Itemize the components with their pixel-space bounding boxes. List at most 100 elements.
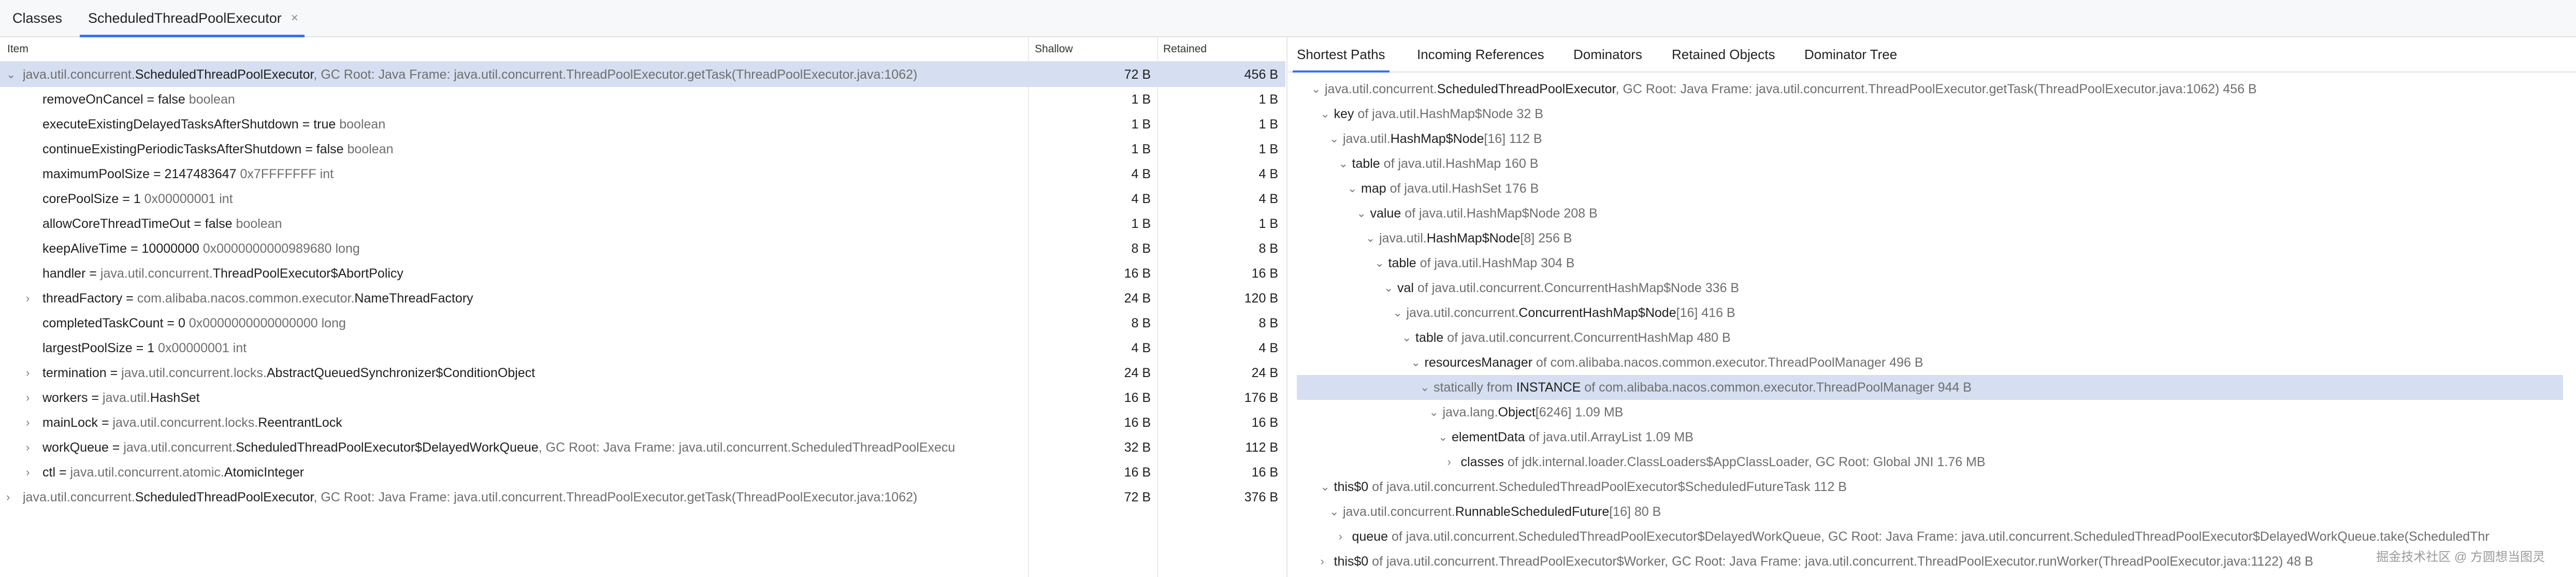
- path-name: ConcurrentHashMap$Node: [1518, 306, 1676, 320]
- table-row[interactable]: › mainLock = java.util.concurrent.locks.R…: [0, 410, 1285, 435]
- chevron-down-icon[interactable]: ⌄: [1339, 151, 1348, 176]
- table-row[interactable]: › java.util.concurrent.ScheduledThreadPoo…: [0, 485, 1285, 510]
- path-node[interactable]: ⌄ val of java.util.concurrent.ConcurrentH…: [1287, 276, 2576, 300]
- path-node[interactable]: ⌄ java.util.HashMap$Node[8] 256 B: [1287, 226, 2576, 251]
- chevron-down-icon[interactable]: ⌄: [1429, 400, 1439, 425]
- tab-classes[interactable]: Classes: [12, 0, 62, 36]
- chevron-down-icon[interactable]: ⌄: [1357, 201, 1366, 226]
- tab-retained-objects[interactable]: Retained Objects: [1672, 37, 1775, 71]
- path-node[interactable]: ⌄ table of java.util.concurrent.Concurren…: [1287, 325, 2576, 350]
- path-prefix: java.util.concurrent.: [1343, 504, 1455, 519]
- table-row[interactable]: largestPoolSize = 1 0x00000001 int 4 B 4 B: [0, 336, 1285, 360]
- chevron-down-icon[interactable]: ⌄: [1321, 102, 1330, 126]
- retained-size: 1 B: [1258, 117, 1278, 132]
- tab-incoming-references[interactable]: Incoming References: [1417, 37, 1544, 71]
- chevron-down-icon[interactable]: ⌄: [1311, 77, 1321, 102]
- path-label: resourcesManager of com.alibaba.nacos.co…: [1425, 350, 1923, 375]
- column-header-item[interactable]: Item: [7, 37, 28, 61]
- close-icon[interactable]: ×: [291, 0, 298, 36]
- path-node[interactable]: ⌄ map of java.util.HashSet 176 B: [1287, 176, 2576, 201]
- chevron-right-icon[interactable]: ›: [26, 360, 30, 385]
- column-header-shallow[interactable]: Shallow: [1035, 37, 1073, 61]
- chevron-right-icon[interactable]: ›: [6, 485, 10, 510]
- chevron-down-icon[interactable]: ⌄: [1366, 226, 1375, 251]
- table-row[interactable]: keepAliveTime = 10000000 0x0000000000989…: [0, 236, 1285, 261]
- chevron-down-icon[interactable]: ⌄: [1375, 251, 1384, 276]
- path-node[interactable]: ⌄ statically from INSTANCE of com.alibaba…: [1297, 375, 2563, 400]
- path-detail: of com.alibaba.nacos.common.executor.Thr…: [1532, 355, 1923, 370]
- row-label: continueExistingPeriodicTasksAfterShutdo…: [42, 137, 1058, 162]
- row-label: maximumPoolSize = 2147483647 0x7FFFFFFF …: [42, 162, 1058, 186]
- tab-dominators[interactable]: Dominators: [1573, 37, 1642, 71]
- row-label: corePoolSize = 1 0x00000001 int: [42, 186, 1058, 211]
- path-node[interactable]: ⌄ java.util.concurrent.ScheduledThreadPoo…: [1287, 77, 2576, 102]
- path-node[interactable]: ⌄ value of java.util.HashMap$Node 208 B: [1287, 201, 2576, 226]
- table-row[interactable]: › workQueue = java.util.concurrent.Schedu…: [0, 435, 1285, 460]
- row-detail: , GC Root: Java Frame: java.util.concurr…: [313, 490, 918, 504]
- shallow-size: 1 B: [1131, 217, 1151, 231]
- path-node[interactable]: ⌄ java.lang.Object[6246] 1.09 MB: [1287, 400, 2576, 425]
- row-label: java.util.concurrent.ScheduledThreadPool…: [23, 485, 1038, 510]
- retained-size: 16 B: [1251, 415, 1278, 430]
- chevron-right-icon[interactable]: ›: [26, 385, 30, 410]
- path-node[interactable]: › queue of java.util.concurrent.Scheduled…: [1287, 524, 2576, 549]
- chevron-down-icon[interactable]: ⌄: [1411, 350, 1421, 375]
- chevron-down-icon[interactable]: ⌄: [1329, 499, 1339, 524]
- chevron-down-icon[interactable]: ⌄: [1348, 176, 1357, 201]
- path-node[interactable]: ⌄ java.util.concurrent.RunnableScheduledF…: [1287, 499, 2576, 524]
- path-node[interactable]: ⌄ key of java.util.HashMap$Node 32 B: [1287, 102, 2576, 126]
- table-row[interactable]: maximumPoolSize = 2147483647 0x7FFFFFFF …: [0, 162, 1285, 186]
- tab-label: Dominators: [1573, 47, 1642, 62]
- chevron-down-icon[interactable]: ⌄: [1438, 425, 1448, 450]
- chevron-right-icon[interactable]: ›: [26, 286, 30, 311]
- table-header: Item Shallow Retained: [0, 37, 1285, 62]
- table-row[interactable]: executeExistingDelayedTasksAfterShutdown…: [0, 112, 1285, 137]
- row-field: threadFactory =: [42, 291, 137, 306]
- row-class-name: AbstractQueuedSynchronizer$ConditionObje…: [266, 366, 536, 380]
- chevron-right-icon[interactable]: ›: [1321, 549, 1324, 574]
- table-row[interactable]: › termination = java.util.concurrent.lock…: [0, 360, 1285, 385]
- column-header-retained[interactable]: Retained: [1163, 37, 1207, 61]
- chevron-down-icon[interactable]: ⌄: [1321, 474, 1330, 499]
- retained-size: 1 B: [1258, 217, 1278, 231]
- chevron-right-icon[interactable]: ›: [1448, 450, 1451, 474]
- path-node[interactable]: ⌄ resourcesManager of com.alibaba.nacos.c…: [1287, 350, 2576, 375]
- tab-shortest-paths[interactable]: Shortest Paths: [1293, 37, 1390, 73]
- table-row[interactable]: › threadFactory = com.alibaba.nacos.commo…: [0, 286, 1285, 311]
- path-prefix: java.lang.: [1442, 405, 1498, 420]
- chevron-right-icon[interactable]: ›: [26, 410, 30, 435]
- path-prefix: java.util.concurrent.: [1325, 82, 1437, 96]
- shallow-size: 4 B: [1131, 341, 1151, 355]
- table-row[interactable]: allowCoreThreadTimeOut = false boolean 1 …: [0, 211, 1285, 236]
- table-row[interactable]: completedTaskCount = 0 0x000000000000000…: [0, 311, 1285, 336]
- chevron-down-icon[interactable]: ⌄: [1329, 126, 1339, 151]
- path-node[interactable]: ⌄ java.util.concurrent.ConcurrentHashMap$…: [1287, 300, 2576, 325]
- path-label: table of java.util.HashMap 304 B: [1388, 251, 1575, 276]
- path-node[interactable]: ⌄ table of java.util.HashMap 160 B: [1287, 151, 2576, 176]
- chevron-down-icon[interactable]: ⌄: [1384, 276, 1393, 300]
- chevron-down-icon[interactable]: ⌄: [1420, 375, 1429, 400]
- table-row[interactable]: › ctl = java.util.concurrent.atomic.Atomi…: [0, 460, 1285, 485]
- shallow-size: 8 B: [1131, 316, 1151, 330]
- table-row[interactable]: handler = java.util.concurrent.ThreadPoo…: [0, 261, 1285, 286]
- path-node[interactable]: ⌄ table of java.util.HashMap 304 B: [1287, 251, 2576, 276]
- chevron-down-icon[interactable]: ⌄: [1393, 300, 1402, 325]
- table-row[interactable]: corePoolSize = 1 0x00000001 int 4 B 4 B: [0, 186, 1285, 211]
- path-node[interactable]: ⌄ elementData of java.util.ArrayList 1.09…: [1287, 425, 2576, 450]
- chevron-right-icon[interactable]: ›: [26, 435, 30, 460]
- table-row[interactable]: removeOnCancel = false boolean 1 B 1 B: [0, 87, 1285, 112]
- chevron-right-icon[interactable]: ›: [1339, 524, 1342, 549]
- table-row[interactable]: continueExistingPeriodicTasksAfterShutdo…: [0, 137, 1285, 162]
- chevron-down-icon[interactable]: ⌄: [1402, 325, 1411, 350]
- path-node[interactable]: › classes of jdk.internal.loader.ClassLoa…: [1287, 450, 2576, 474]
- tab-dominator-tree[interactable]: Dominator Tree: [1804, 37, 1897, 71]
- path-node[interactable]: ⌄ java.util.HashMap$Node[16] 112 B: [1287, 126, 2576, 151]
- table-row[interactable]: ⌄ java.util.concurrent.ScheduledThreadPoo…: [0, 62, 1285, 87]
- chevron-down-icon[interactable]: ⌄: [6, 62, 16, 87]
- path-name: RunnableScheduledFuture: [1455, 504, 1610, 519]
- table-row[interactable]: › workers = java.util.HashSet 16 B 176 B: [0, 385, 1285, 410]
- path-node[interactable]: ⌄ this$0 of java.util.concurrent.Schedule…: [1287, 474, 2576, 499]
- tab-scheduled-thread-pool-executor[interactable]: ScheduledThreadPoolExecutor ×: [80, 0, 305, 37]
- row-package: java.util.concurrent.locks.: [112, 415, 258, 430]
- chevron-right-icon[interactable]: ›: [26, 460, 30, 485]
